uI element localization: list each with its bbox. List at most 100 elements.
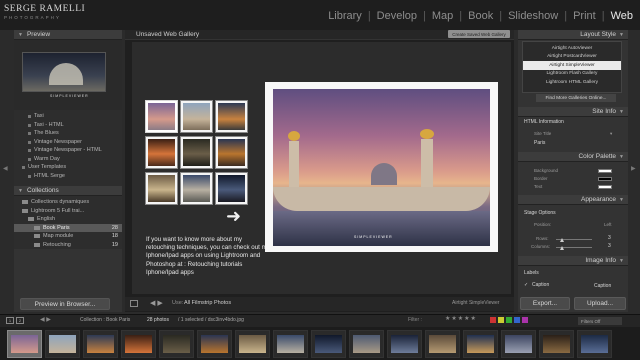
collection-set-icon (22, 200, 28, 205)
text-color-swatch[interactable] (598, 185, 612, 189)
filmstrip-thumbnail[interactable] (7, 329, 42, 358)
layout-style-item[interactable]: Lightroom Flash Gallery (523, 70, 621, 79)
gallery-thumbnail[interactable] (215, 136, 248, 169)
template-item[interactable]: Taxi - HTML (14, 121, 122, 130)
filmstrip-thumbnail[interactable] (387, 329, 422, 358)
module-web[interactable]: Web (610, 10, 634, 22)
gallery-thumbnail[interactable] (215, 100, 248, 133)
filmstrip-thumbnail[interactable] (425, 329, 460, 358)
template-folder[interactable]: User Templates (14, 163, 122, 172)
gallery-thumbnail[interactable] (180, 136, 213, 169)
collection-item[interactable]: Retouching 19 (14, 241, 122, 250)
collection-item-book-paris[interactable]: Book Paris 28 (14, 223, 122, 232)
color-palette-header[interactable]: Color Palette ▼ (518, 152, 628, 162)
collection-set-icon (28, 217, 34, 222)
border-color-swatch[interactable] (598, 177, 612, 181)
layout-style-header[interactable]: Layout Style ▼ (518, 30, 628, 40)
preview-header[interactable]: ▼ Preview (14, 30, 122, 40)
filmstrip-source[interactable]: Collection : Book Paris (80, 317, 130, 323)
collection-set-icon (22, 208, 28, 213)
filmstrip-thumbnail[interactable] (539, 329, 574, 358)
collection-item[interactable]: Lightroom 5 Full trai... (14, 207, 122, 216)
upload-button[interactable]: Upload... (574, 297, 626, 310)
module-slideshow[interactable]: Slideshow (507, 10, 559, 22)
position-dropdown[interactable]: Left (604, 222, 612, 227)
next-page-arrow-icon[interactable]: ➜ (226, 207, 241, 225)
filmstrip-thumbnail[interactable] (311, 329, 346, 358)
preview-in-browser-button[interactable]: Preview in Browser... (20, 298, 110, 310)
filmstrip-thumbnail[interactable] (83, 329, 118, 358)
collections-header[interactable]: ▼ Collections (14, 186, 122, 196)
caption-dropdown[interactable]: Caption (594, 283, 611, 289)
star-filter-icon[interactable]: ★★★★★ (445, 315, 477, 322)
right-panel: Layout Style ▼ Airtight AutoViewer Airtig… (518, 30, 628, 312)
gallery-thumbnail[interactable] (145, 136, 178, 169)
layout-style-list: Airtight AutoViewer Airtight PostcardVie… (522, 41, 622, 93)
rows-value[interactable]: 3 (608, 235, 611, 241)
collection-item[interactable]: Collections dynamiques (14, 198, 122, 207)
gallery-title: Unsaved Web Gallery (136, 31, 200, 38)
filmstrip-thumbnail[interactable] (577, 329, 612, 358)
photo-caption: SIMPLEVIEWER (354, 235, 393, 239)
second-window-button[interactable]: 2 (16, 317, 24, 324)
main-window-button[interactable]: 1 (6, 317, 14, 324)
filmstrip-thumbnail[interactable] (235, 329, 270, 358)
filmstrip-thumbnail[interactable] (159, 329, 194, 358)
module-map[interactable]: Map (431, 10, 454, 22)
filmstrip-nav-icon[interactable]: ◀ ▶ (40, 316, 51, 323)
export-button[interactable]: Export... (520, 297, 570, 310)
filters-off-dropdown[interactable]: Filters Off (578, 317, 622, 325)
use-dropdown[interactable]: All Filmstrip Photos (184, 300, 231, 306)
layout-style-title: Layout Style (580, 31, 617, 38)
module-book[interactable]: Book (467, 10, 494, 22)
template-item[interactable]: The Blues (14, 129, 122, 138)
background-color-swatch[interactable] (598, 169, 612, 173)
create-saved-gallery-button[interactable]: Create Saved Web Gallery (448, 30, 510, 38)
caption-checkbox-icon[interactable]: ✓ (524, 282, 528, 288)
preview-caption: SIMPLEVIEWER (50, 94, 89, 98)
filmstrip-thumbnail[interactable] (197, 329, 232, 358)
collection-item[interactable]: Map module 18 (14, 232, 122, 241)
html-info-label: HTML Information (524, 119, 564, 125)
site-title-field[interactable]: Paris (534, 140, 545, 146)
gallery-thumbnail[interactable] (215, 172, 248, 205)
template-item[interactable]: Vintage Newspaper - HTML (14, 146, 122, 155)
find-more-galleries-button[interactable]: Find More Galleries Online... (536, 94, 616, 102)
filmstrip-thumbnail[interactable] (349, 329, 384, 358)
gallery-thumbnail[interactable] (180, 172, 213, 205)
caption-checkbox-label: Caption (532, 282, 550, 288)
filmstrip-thumbnail[interactable] (273, 329, 308, 358)
layout-style-item-selected[interactable]: Airtight SimpleViewer (523, 61, 621, 70)
filmstrip-thumbnail[interactable] (463, 329, 498, 358)
layout-style-item[interactable]: Airtight PostcardViewer (523, 53, 621, 62)
module-library[interactable]: Library (327, 10, 363, 22)
gallery-thumbnail[interactable] (145, 172, 178, 205)
layout-style-item[interactable]: Airtight AutoViewer (523, 44, 621, 53)
columns-value[interactable]: 3 (608, 243, 611, 249)
columns-slider-knob[interactable] (560, 246, 564, 250)
template-item[interactable]: Vintage Newspaper (14, 138, 122, 147)
module-develop[interactable]: Develop (376, 10, 418, 22)
rows-slider-knob[interactable] (560, 238, 564, 242)
template-item[interactable]: Warm Day (14, 155, 122, 164)
template-item[interactable]: Taxi (14, 112, 122, 121)
right-panel-toggle-icon[interactable]: ▶ (631, 165, 636, 172)
filmstrip-thumbnail[interactable] (501, 329, 536, 358)
gallery-thumbnail[interactable] (180, 100, 213, 133)
left-panel-toggle-icon[interactable]: ◀ (3, 165, 8, 172)
appearance-header[interactable]: Appearance ▼ (518, 195, 628, 205)
layout-style-item[interactable]: Lightroom HTML Gallery (523, 78, 621, 87)
image-info-header[interactable]: Image Info ▼ (518, 256, 628, 266)
collection-item[interactable]: English (14, 215, 122, 224)
site-info-header[interactable]: Site Info ▼ (518, 107, 628, 117)
dropdown-triangle-icon[interactable]: ▾ (610, 131, 612, 137)
navigation-icon[interactable]: ◀ ▶ (150, 299, 163, 307)
module-print[interactable]: Print (572, 10, 597, 22)
filmstrip-thumbnail[interactable] (45, 329, 80, 358)
color-label-filters[interactable] (490, 317, 528, 323)
color-palette-title: Color Palette (578, 153, 617, 160)
template-item[interactable]: HTML Serge (14, 172, 122, 181)
filmstrip-thumbnail[interactable] (121, 329, 156, 358)
grid-view-icon[interactable] (130, 300, 138, 307)
gallery-thumbnail[interactable] (145, 100, 178, 133)
